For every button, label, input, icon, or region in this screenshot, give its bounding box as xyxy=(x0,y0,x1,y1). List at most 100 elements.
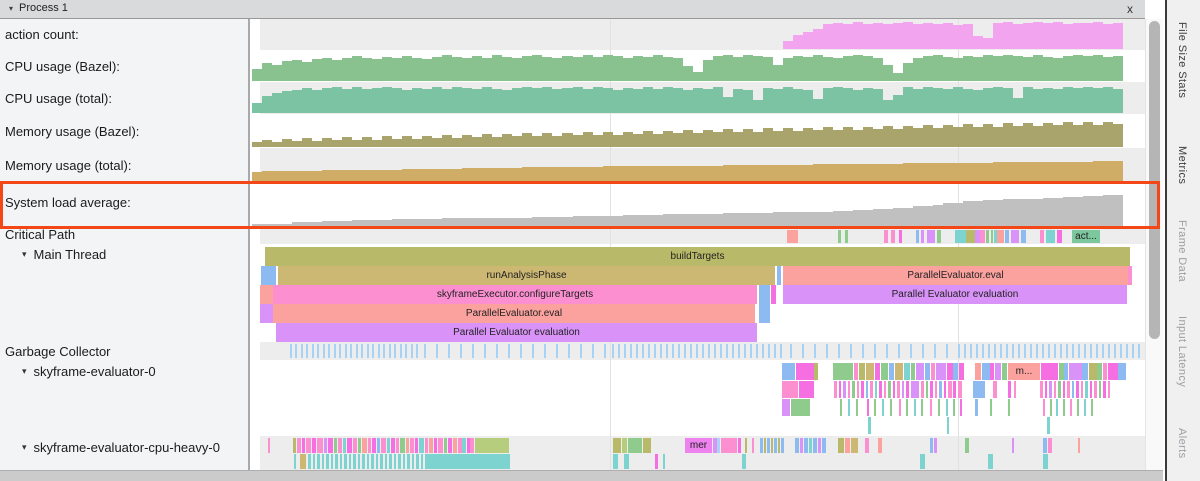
trace-slice[interactable] xyxy=(453,438,457,453)
trace-slice[interactable] xyxy=(993,381,997,398)
trace-slice[interactable] xyxy=(833,363,853,380)
trace-slice[interactable] xyxy=(362,438,367,453)
trace-slice[interactable] xyxy=(268,438,270,453)
trace-slice[interactable] xyxy=(1081,381,1083,398)
gc-tick[interactable] xyxy=(988,344,990,358)
trace-slice[interactable] xyxy=(866,381,868,398)
gc-tick[interactable] xyxy=(756,344,758,358)
trace-slice[interactable] xyxy=(882,399,884,416)
trace-slice[interactable] xyxy=(308,454,311,469)
trace-slice[interactable] xyxy=(1108,381,1110,398)
trace-slice[interactable] xyxy=(944,381,946,398)
gc-tick[interactable] xyxy=(1018,344,1020,358)
vertical-scrollbar-thumb[interactable] xyxy=(1149,21,1160,339)
trace-slice[interactable] xyxy=(958,381,962,398)
gc-tick[interactable] xyxy=(654,344,656,358)
trace-slice[interactable] xyxy=(921,230,924,243)
trace-slice[interactable] xyxy=(462,438,466,453)
trace-slice[interactable] xyxy=(385,454,387,469)
trace-slice[interactable] xyxy=(344,454,347,469)
gc-tick[interactable] xyxy=(624,344,626,358)
trace-slice[interactable] xyxy=(742,454,746,469)
gc-tick[interactable] xyxy=(1114,344,1116,358)
trace-slice[interactable] xyxy=(448,438,452,453)
trace-slice[interactable] xyxy=(425,438,428,453)
trace-slice[interactable] xyxy=(936,363,946,380)
trace-slice[interactable] xyxy=(1047,417,1050,434)
trace-slice[interactable] xyxy=(745,438,747,453)
trace-slice[interactable] xyxy=(767,438,770,453)
trace-slice[interactable] xyxy=(434,438,437,453)
trace-slice[interactable] xyxy=(1103,381,1106,398)
gc-tick[interactable] xyxy=(568,344,570,358)
trace-slice[interactable] xyxy=(911,381,919,398)
trace-slice[interactable] xyxy=(353,454,356,469)
trace-slice[interactable] xyxy=(760,438,763,453)
trace-slice[interactable] xyxy=(425,454,510,469)
trace-slice[interactable] xyxy=(840,399,842,416)
trace-slice[interactable] xyxy=(407,454,410,469)
tab-frame-data[interactable]: Frame Data xyxy=(1176,220,1188,282)
gc-tick[interactable] xyxy=(636,344,638,358)
trace-slice[interactable] xyxy=(421,454,423,469)
trace-slice[interactable] xyxy=(881,363,888,380)
trace-slice[interactable] xyxy=(861,381,864,398)
trace-slice[interactable] xyxy=(326,454,329,469)
trace-slice[interactable] xyxy=(953,381,956,398)
chevron-down-icon[interactable]: ▾ xyxy=(22,249,27,260)
trace-slice[interactable] xyxy=(260,285,274,304)
trace-slice[interactable] xyxy=(1045,381,1047,398)
trace-slice[interactable] xyxy=(851,438,858,453)
gc-tick[interactable] xyxy=(720,344,722,358)
trace-slice[interactable] xyxy=(1041,363,1058,380)
trace-slice[interactable] xyxy=(1089,363,1097,380)
gc-tick[interactable] xyxy=(394,344,396,358)
gc-tick[interactable] xyxy=(1012,344,1014,358)
trace-slice[interactable] xyxy=(391,438,395,453)
gc-tick[interactable] xyxy=(874,344,876,358)
trace-slice[interactable] xyxy=(781,438,784,453)
gc-tick[interactable] xyxy=(1138,344,1140,358)
trace-slice[interactable] xyxy=(916,363,924,380)
trace-slice[interactable] xyxy=(297,438,301,453)
tab-metrics[interactable]: Metrics xyxy=(1176,146,1188,184)
process-title-group[interactable]: ▾ Process 1 xyxy=(9,2,68,14)
gc-tick[interactable] xyxy=(472,344,474,358)
trace-slice[interactable] xyxy=(991,230,993,243)
gc-tick[interactable] xyxy=(648,344,650,358)
trace-slice[interactable] xyxy=(988,454,993,469)
trace-slice[interactable] xyxy=(782,363,795,380)
trace-slice[interactable] xyxy=(400,438,405,453)
trace-slice[interactable] xyxy=(338,438,342,453)
trace-slice[interactable] xyxy=(1048,438,1052,453)
thread-row-skyframe-evaluator-cpu-heavy-0[interactable]: ▾ skyframe-evaluator-cpu-heavy-0 xyxy=(0,438,248,456)
gc-tick[interactable] xyxy=(334,344,336,358)
trace-slice[interactable] xyxy=(261,266,276,285)
trace-slice[interactable] xyxy=(947,417,949,434)
trace-slice[interactable] xyxy=(260,304,274,323)
trace-slice[interactable] xyxy=(939,381,942,398)
trace-slice[interactable] xyxy=(1064,363,1068,380)
gc-tick[interactable] xyxy=(618,344,620,358)
gc-tick[interactable] xyxy=(339,344,341,358)
gc-tick[interactable] xyxy=(604,344,606,358)
trace-slice[interactable] xyxy=(848,381,850,398)
metric-chart-1[interactable] xyxy=(252,52,1124,81)
gc-tick[interactable] xyxy=(405,344,407,358)
trace-slice[interactable] xyxy=(906,399,908,416)
trace-slice[interactable] xyxy=(376,454,378,469)
trace-slice[interactable] xyxy=(799,381,814,398)
trace-slice[interactable] xyxy=(406,438,409,453)
trace-slice[interactable] xyxy=(874,399,876,416)
trace-slice[interactable] xyxy=(899,230,902,243)
gc-tick[interactable] xyxy=(306,344,308,358)
gc-tick[interactable] xyxy=(1060,344,1062,358)
trace-slice[interactable] xyxy=(1070,399,1072,416)
trace-slice[interactable] xyxy=(313,454,315,469)
trace-slice[interactable] xyxy=(854,363,858,380)
trace-slice[interactable] xyxy=(1008,399,1010,416)
gc-tick[interactable] xyxy=(1084,344,1086,358)
trace-slice[interactable] xyxy=(875,381,877,398)
gc-tick[interactable] xyxy=(556,344,558,358)
gc-tick[interactable] xyxy=(1132,344,1134,358)
